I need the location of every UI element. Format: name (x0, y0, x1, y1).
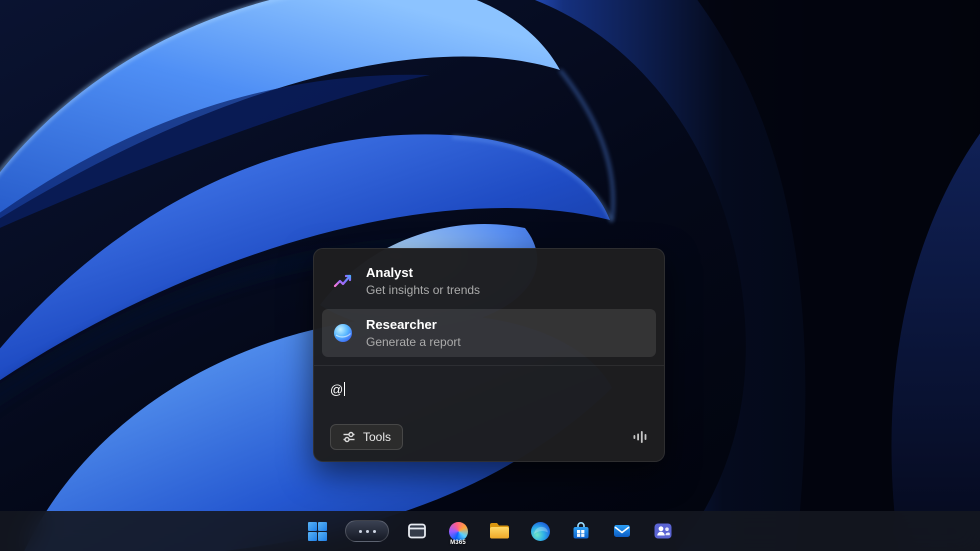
search-button[interactable] (344, 517, 390, 545)
agent-name: Analyst (366, 265, 480, 280)
outlook-icon (611, 520, 633, 542)
agent-name: Researcher (366, 317, 461, 332)
task-view-window-icon (406, 520, 428, 542)
agent-menu: Analyst Get insights or trends (314, 249, 664, 365)
edge-button[interactable] (526, 517, 554, 545)
agent-description: Generate a report (366, 335, 461, 349)
text-caret (344, 382, 345, 396)
teams-button[interactable] (649, 517, 677, 545)
windows-start-icon (307, 521, 328, 542)
copilot-agent-popup: Analyst Get insights or trends (313, 248, 665, 462)
edge-browser-icon (530, 521, 551, 542)
start-button[interactable] (303, 517, 331, 545)
file-explorer-folder-icon (488, 521, 511, 541)
teams-icon (652, 520, 674, 542)
tools-button-label: Tools (363, 430, 391, 444)
task-view-button[interactable] (403, 517, 431, 545)
search-pill-icon (345, 520, 389, 542)
microsoft-store-button[interactable] (567, 517, 595, 545)
m365-badge: M365 (450, 540, 466, 546)
desktop: Analyst Get insights or trends (0, 0, 980, 551)
tools-button[interactable]: Tools (330, 424, 403, 450)
message-input[interactable]: @ (330, 382, 650, 424)
agent-item-researcher[interactable]: Researcher Generate a report (322, 309, 656, 357)
outlook-button[interactable] (608, 517, 636, 545)
sliders-icon (342, 430, 356, 444)
agent-item-analyst[interactable]: Analyst Get insights or trends (322, 257, 656, 305)
microsoft-store-icon (570, 520, 592, 542)
researcher-icon (331, 321, 355, 345)
voice-input-button[interactable] (631, 427, 650, 447)
taskbar: M365 (0, 511, 980, 551)
m365-copilot-icon (449, 522, 468, 541)
file-explorer-button[interactable] (485, 517, 513, 545)
analyst-icon (331, 269, 355, 293)
agent-description: Get insights or trends (366, 283, 480, 297)
waveform-icon (632, 429, 649, 445)
composer: @ Tools (314, 366, 664, 461)
input-text: @ (330, 382, 343, 397)
m365-copilot-button[interactable]: M365 (444, 517, 472, 545)
